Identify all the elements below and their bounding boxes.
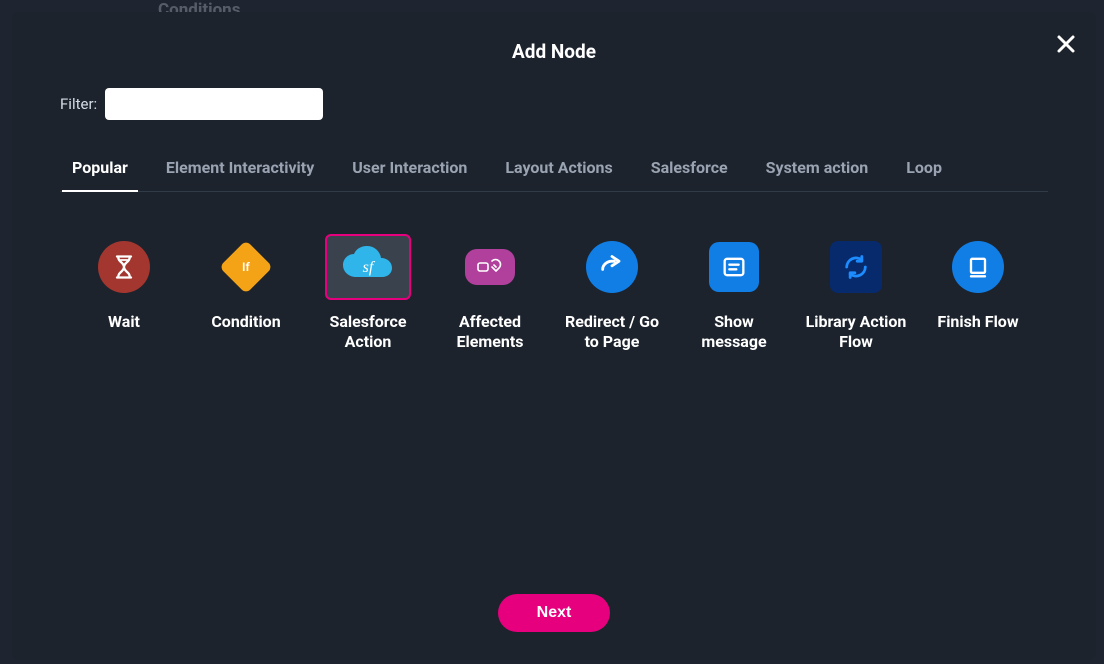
node-finish-flow[interactable]: Finish Flow — [924, 234, 1032, 352]
filter-label: Filter: — [60, 95, 97, 113]
filter-row: Filter: — [60, 88, 323, 120]
modal-title: Add Node — [12, 40, 1096, 63]
node-wait[interactable]: Wait — [70, 234, 178, 352]
add-node-modal: Add Node Filter: Popular Element Interac… — [12, 12, 1096, 660]
node-grid: Wait If Condition sf Salesforce Action — [70, 234, 1038, 352]
tab-salesforce[interactable]: Salesforce — [651, 158, 728, 191]
tab-system-action[interactable]: System action — [766, 158, 869, 191]
tab-element-interactivity[interactable]: Element Interactivity — [166, 158, 314, 191]
tab-loop[interactable]: Loop — [906, 158, 942, 191]
node-label: Show message — [680, 312, 788, 352]
node-label: Affected Elements — [436, 312, 544, 352]
node-label: Salesforce Action — [314, 312, 422, 352]
tab-layout-actions[interactable]: Layout Actions — [505, 158, 612, 191]
cloud-icon: sf — [339, 245, 397, 289]
diamond-icon: If — [220, 241, 272, 293]
message-icon — [709, 242, 759, 292]
tab-user-interaction[interactable]: User Interaction — [352, 158, 467, 191]
tap-icon — [465, 249, 515, 285]
filter-input[interactable] — [105, 88, 323, 120]
node-redirect[interactable]: Redirect / Go to Page — [558, 234, 666, 352]
redirect-arrow-icon — [586, 241, 638, 293]
node-label: Condition — [211, 312, 280, 332]
node-condition[interactable]: If Condition — [192, 234, 300, 352]
finish-icon — [952, 241, 1004, 293]
node-label: Redirect / Go to Page — [558, 312, 666, 352]
sync-icon — [830, 241, 882, 293]
hourglass-icon — [98, 241, 150, 293]
category-tabs: Popular Element Interactivity User Inter… — [60, 158, 1048, 192]
node-salesforce-action[interactable]: sf Salesforce Action — [314, 234, 422, 352]
tab-popular[interactable]: Popular — [72, 158, 128, 191]
next-button[interactable]: Next — [498, 594, 610, 632]
node-library-action-flow[interactable]: Library Action Flow — [802, 234, 910, 352]
node-label: Wait — [108, 312, 140, 332]
node-label: Library Action Flow — [802, 312, 910, 352]
node-label: Finish Flow — [937, 312, 1018, 332]
node-affected-elements[interactable]: Affected Elements — [436, 234, 544, 352]
node-show-message[interactable]: Show message — [680, 234, 788, 352]
